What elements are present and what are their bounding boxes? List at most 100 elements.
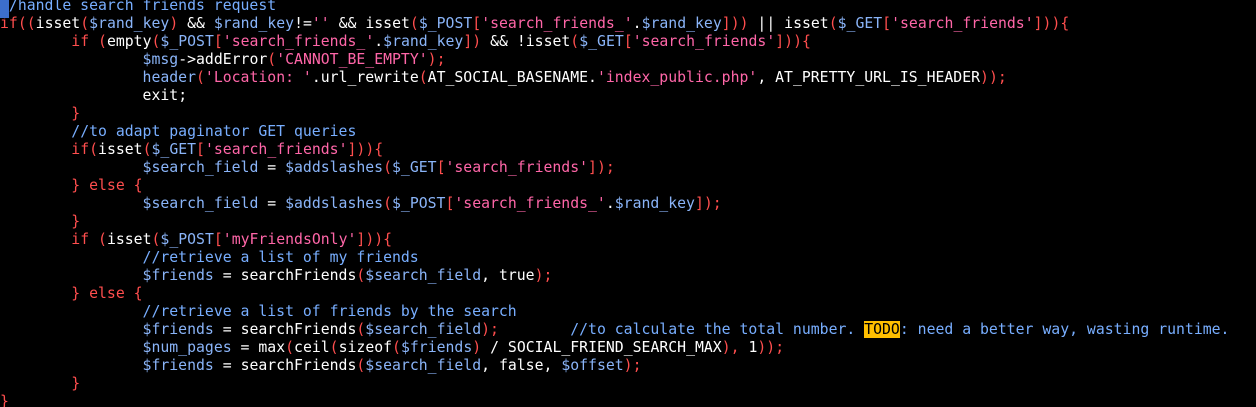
code-token: header	[142, 69, 196, 86]
code-line[interactable]: $friends = searchFriends($search_field, …	[0, 267, 1256, 285]
code-token: [	[623, 33, 633, 50]
code-line[interactable]: }	[0, 375, 1256, 393]
code-token: $search_field	[365, 357, 482, 374]
code-token: ||	[748, 15, 785, 32]
code-line[interactable]: $msg->addError('CANNOT_BE_EMPTY');	[0, 51, 1256, 69]
code-line[interactable]: //handle search friends request	[0, 0, 1256, 15]
code-token: }	[0, 393, 9, 407]
code-token: $rand_key	[213, 15, 295, 32]
code-token: (	[356, 321, 366, 338]
code-token: [	[213, 231, 223, 248]
code-line[interactable]: $friends = searchFriends($search_field);…	[0, 321, 1256, 339]
code-editor[interactable]: //handle search friends request if((isset…	[0, 0, 1256, 407]
code-token: //to calculate the total number.	[570, 321, 865, 338]
code-token: $rand_key	[89, 15, 170, 32]
code-line[interactable]: //retrieve a list of friends by the sear…	[0, 303, 1256, 321]
code-line[interactable]: exit;	[0, 87, 1256, 105]
code-token: ]	[463, 33, 473, 50]
code-token: !=	[294, 15, 312, 32]
code-token: isset	[365, 15, 410, 32]
code-token: empty	[106, 33, 152, 50]
code-token: else	[89, 285, 125, 302]
code-line[interactable]: if (empty($_POST['search_friends_'.$rand…	[0, 33, 1256, 51]
code-token: 'index_public.php'	[596, 69, 758, 86]
code-token: ;	[178, 87, 188, 104]
code-line[interactable]: header('Location: '.url_rewrite(AT_SOCIA…	[0, 69, 1256, 87]
code-token: .	[311, 69, 321, 86]
code-token: )	[169, 15, 179, 32]
code-line[interactable]: if(isset($_GET['search_friends'])){	[0, 141, 1256, 159]
code-token: )	[472, 339, 482, 356]
code-token: (	[383, 195, 393, 212]
code-token: {	[124, 285, 143, 302]
code-line[interactable]: $num_pages = max(ceil(sizeof($friends) /…	[0, 339, 1256, 357]
code-token: max	[258, 339, 286, 356]
code-line[interactable]: }	[0, 105, 1256, 123]
code-token: (	[828, 15, 838, 32]
code-token: );	[481, 321, 499, 338]
code-token: $_POST	[160, 33, 214, 50]
code-line[interactable]: }	[0, 393, 1256, 407]
code-token: =	[213, 321, 241, 338]
code-token: (	[329, 339, 339, 356]
code-token: );	[623, 357, 642, 374]
code-line[interactable]: $search_field = $addslashes($_POST['sear…	[0, 195, 1256, 213]
code-token: $rand_key	[383, 33, 464, 50]
code-token: isset	[35, 15, 81, 32]
code-token: $friends	[142, 357, 214, 374]
code-token: (	[570, 33, 580, 50]
code-line[interactable]: $friends = searchFriends($search_field, …	[0, 357, 1256, 375]
code-token: &&	[178, 15, 214, 32]
code-lines: //handle search friends request if((isset…	[0, 0, 1256, 407]
code-line[interactable]: //to adapt paginator GET queries	[0, 123, 1256, 141]
code-line[interactable]: }	[0, 213, 1256, 231]
code-token: {	[801, 33, 811, 50]
code-line[interactable]: if((isset($rand_key) && $rand_key!='' &&…	[0, 15, 1256, 33]
code-token: {	[374, 141, 384, 158]
code-token: ))	[730, 15, 749, 32]
code-token: [	[472, 15, 482, 32]
code-token: searchFriends	[240, 357, 357, 374]
code-token: $addslashes	[285, 195, 384, 212]
code-line[interactable]: if (isset($_POST['myFriendsOnly'])){	[0, 231, 1256, 249]
code-token: searchFriends	[240, 321, 357, 338]
code-token: 'search_friends'	[891, 15, 1034, 32]
code-token: ])	[347, 141, 366, 158]
code-line[interactable]: } else {	[0, 177, 1256, 195]
code-token: 'search_friends_'	[222, 33, 375, 50]
code-line[interactable]: } else {	[0, 285, 1256, 303]
code-token: $_GET	[151, 141, 197, 158]
code-line[interactable]: //retrieve a list of my friends	[0, 249, 1256, 267]
code-token: 'Location: '	[204, 69, 312, 86]
code-token: }	[71, 375, 81, 392]
code-token: $rand_key	[614, 195, 695, 212]
code-token: if	[71, 141, 90, 158]
code-token: //retrieve a list of my friends	[142, 249, 419, 266]
code-token: }	[71, 177, 90, 194]
code-line[interactable]: $search_field = $addslashes($_GET['searc…	[0, 159, 1256, 177]
code-token: AT_PRETTY_URL_IS_HEADER	[775, 69, 981, 86]
code-token: if	[71, 231, 90, 248]
code-token: !	[516, 33, 526, 50]
code-token: ]);	[588, 159, 615, 176]
code-token: (	[356, 357, 366, 374]
code-token: isset	[784, 15, 829, 32]
code-token: ),	[721, 339, 749, 356]
code-token: $search_field	[142, 195, 259, 212]
code-token: false	[498, 357, 544, 374]
code-token: .	[588, 69, 597, 86]
code-token: [	[882, 15, 892, 32]
